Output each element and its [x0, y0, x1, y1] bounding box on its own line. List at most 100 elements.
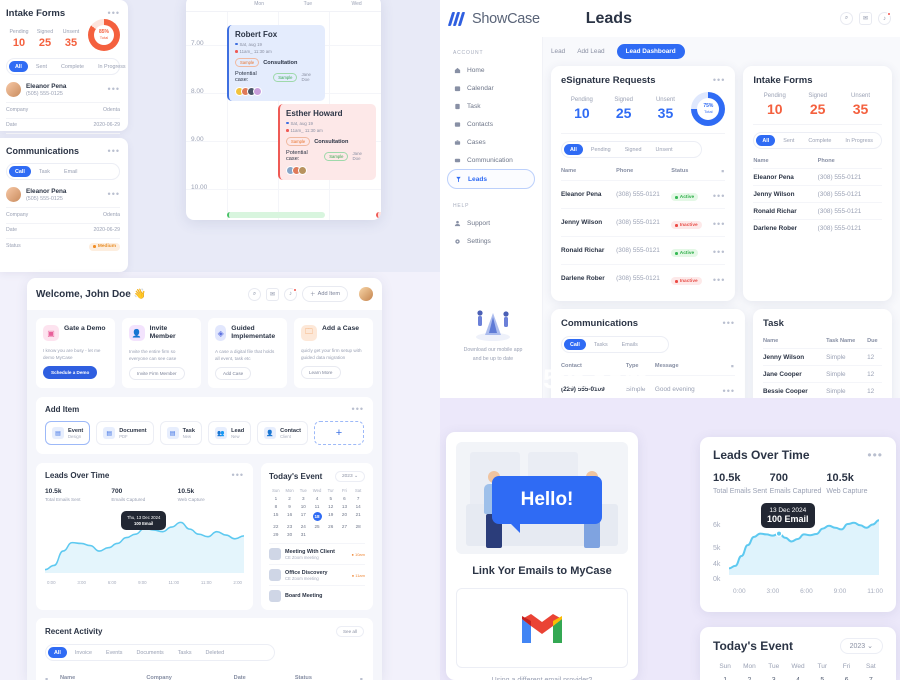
add-item-event[interactable]: ▤ Event Design — [45, 421, 91, 446]
table-row[interactable]: Jenny Wilson Simple 12 — [763, 348, 882, 366]
add-item-lead[interactable]: 👥 Lead New — [208, 421, 252, 446]
more-options-icon[interactable]: ••• — [352, 405, 364, 414]
onboarding-card-add-case[interactable]: 🗀 Add a Case quicly get your firm setup … — [294, 318, 373, 389]
calendar-day[interactable]: 11 — [310, 504, 324, 509]
filter-invoice[interactable]: Invoice — [69, 647, 98, 658]
calendar-day[interactable]: 9 — [283, 504, 297, 509]
calendar-day[interactable]: 1 — [269, 496, 283, 501]
table-row[interactable]: Ronald Richar (308) 555-0121 Active ••• — [561, 236, 726, 265]
row-more-icon[interactable]: ••• — [108, 190, 120, 199]
add-item-contact[interactable]: 👤 Contact Client — [257, 421, 308, 446]
calendar-day[interactable]: 8 — [269, 504, 283, 509]
sidebar-item-support[interactable]: Support — [447, 214, 535, 232]
table-row[interactable]: Darlene Rober (308) 555-0121 — [753, 220, 882, 237]
more-options-icon[interactable]: ••• — [723, 319, 735, 328]
column-settings-icon[interactable]: ▪ — [721, 166, 725, 176]
table-row[interactable]: Eleanor Pena (308) 555-0121 Active ••• — [561, 180, 726, 209]
search-icon[interactable]: ⌕ — [840, 12, 853, 25]
calendar-event-esther-howard[interactable]: Esther Howard Sat, aug 19 11am_ 11:30 am… — [278, 104, 376, 181]
filter-sent[interactable]: Sent — [777, 135, 800, 146]
calendar-day[interactable]: 18 — [310, 512, 324, 522]
filter-task[interactable]: Task — [33, 166, 56, 177]
filter-signed[interactable]: Signed — [619, 144, 648, 155]
filter-all[interactable]: All — [48, 647, 67, 659]
calendar-day[interactable]: 31 — [296, 532, 310, 537]
row-more-icon[interactable]: ••• — [713, 219, 725, 229]
calendar-day[interactable]: 5 — [324, 496, 338, 501]
more-options-icon[interactable]: ••• — [232, 471, 244, 480]
row-more-icon[interactable]: ••• — [723, 386, 735, 396]
gmail-connect-box[interactable] — [456, 588, 628, 668]
table-row[interactable]: Eleanor Pena (308) 555-0121 — [753, 168, 882, 186]
filter-complete[interactable]: Complete — [55, 61, 90, 72]
more-options-icon[interactable]: ••• — [713, 76, 725, 85]
filter-tasks[interactable]: Tasks — [588, 339, 614, 350]
event-item[interactable]: Meeting With Client CE Zoom meeting ● 10… — [269, 543, 365, 561]
table-row[interactable]: Darlene Rober (308) 555-0121 Inactive ••… — [561, 265, 725, 293]
more-options-icon[interactable]: ••• — [867, 449, 883, 461]
calendar-day[interactable]: 16 — [283, 512, 297, 521]
onboarding-card-invite[interactable]: 👤 Invite Member Invite the entire firm s… — [122, 318, 201, 389]
filter-sent[interactable]: Sent — [30, 61, 53, 72]
calendar-day[interactable]: 12 — [324, 504, 338, 509]
calendar-day[interactable]: 22 — [269, 524, 283, 529]
row-more-icon[interactable]: ••• — [713, 191, 725, 201]
calendar-day[interactable]: 20 — [338, 512, 352, 521]
sidebar-item-leads[interactable]: Leads — [447, 169, 535, 189]
calendar-day[interactable]: 30 — [283, 532, 297, 537]
calendar-day[interactable]: 6 — [338, 496, 352, 501]
calendar-day[interactable]: 21 — [351, 512, 365, 521]
sidebar-item-home[interactable]: Home — [447, 61, 535, 79]
filter-events[interactable]: Events — [100, 647, 128, 658]
sidebar-item-settings[interactable]: Settings — [447, 232, 535, 250]
column-settings-icon[interactable]: ▪ — [731, 361, 735, 371]
calendar-day[interactable]: 10 — [296, 504, 310, 509]
onboarding-card-guided[interactable]: ◈ Guided Implementate A case a digital f… — [208, 318, 287, 389]
schedule-demo-button[interactable]: Schedule a Demo — [43, 366, 98, 380]
tab-add-lead[interactable]: Add Lead — [577, 48, 604, 55]
filter-deleted[interactable]: Deleted — [200, 647, 231, 658]
see-all-button[interactable]: See all — [335, 626, 364, 638]
filter-in-progress[interactable]: In Progress — [839, 135, 879, 146]
calendar-day[interactable]: 14 — [351, 504, 365, 509]
search-icon[interactable]: ⌕ — [248, 287, 261, 301]
calendar-day[interactable]: 3 — [296, 496, 310, 501]
tab-lead-dashboard[interactable]: Lead Dashboard — [616, 44, 685, 59]
tab-lead[interactable]: Lead — [551, 48, 565, 55]
bell-icon[interactable]: ♪ — [284, 287, 297, 301]
sidebar-item-cases[interactable]: Cases — [447, 133, 535, 151]
calendar-day[interactable]: 15 — [269, 512, 283, 521]
more-options-icon[interactable]: ••• — [108, 9, 120, 18]
filter-call[interactable]: Call — [9, 166, 31, 177]
filter-documents[interactable]: Documents — [130, 647, 169, 658]
row-more-icon[interactable]: ••• — [108, 85, 120, 94]
calendar-day[interactable]: 29 — [269, 532, 283, 537]
calendar-event-robert-fox[interactable]: Robert Fox Sat, aug 19 11am_ 11:30 am Sa… — [227, 25, 325, 102]
list-item[interactable]: Eleanor Pena (505) 555-0125 ••• — [6, 187, 120, 202]
onboarding-card-demo[interactable]: ▣ Gate a Demo I know you are busy - let … — [36, 318, 115, 389]
add-new-item-button[interactable]: + — [314, 421, 364, 446]
add-item-button[interactable]: ＋ Add Item — [302, 286, 348, 302]
calendar-day[interactable]: 7 — [351, 496, 365, 501]
calendar-day[interactable]: 2 — [283, 496, 297, 501]
year-selector[interactable]: 2023 ⌄ — [334, 471, 365, 483]
event-item[interactable]: Office Discovery CE Zoom meeting ● 11am — [269, 564, 365, 582]
calendar-day[interactable]: 28 — [351, 524, 365, 529]
filter-all[interactable]: All — [564, 144, 583, 155]
learn-more-button[interactable]: Learn More — [301, 366, 341, 380]
sidebar-item-communication[interactable]: Communication — [447, 151, 535, 169]
filter-complete[interactable]: Complete — [802, 135, 837, 146]
filter-pending[interactable]: Pending — [585, 144, 617, 155]
column-settings-icon[interactable]: ▪ — [360, 674, 364, 680]
filter-call[interactable]: Call — [564, 339, 586, 350]
year-selector[interactable]: 2023 ⌄ — [839, 638, 883, 654]
sidebar-item-task[interactable]: Task — [447, 97, 535, 115]
filter-all[interactable]: All — [9, 61, 28, 72]
calendar-day[interactable]: 23 — [283, 524, 297, 529]
calendar-day[interactable]: 13 — [338, 504, 352, 509]
calendar-day[interactable]: 25 — [310, 524, 324, 529]
list-item[interactable]: Eleanor Pena (505) 555-0125 ••• — [6, 82, 120, 97]
calendar-day[interactable]: 19 — [324, 512, 338, 521]
invite-firm-member-button[interactable]: Invite Firm Member — [129, 367, 185, 381]
avatar[interactable] — [359, 287, 373, 301]
